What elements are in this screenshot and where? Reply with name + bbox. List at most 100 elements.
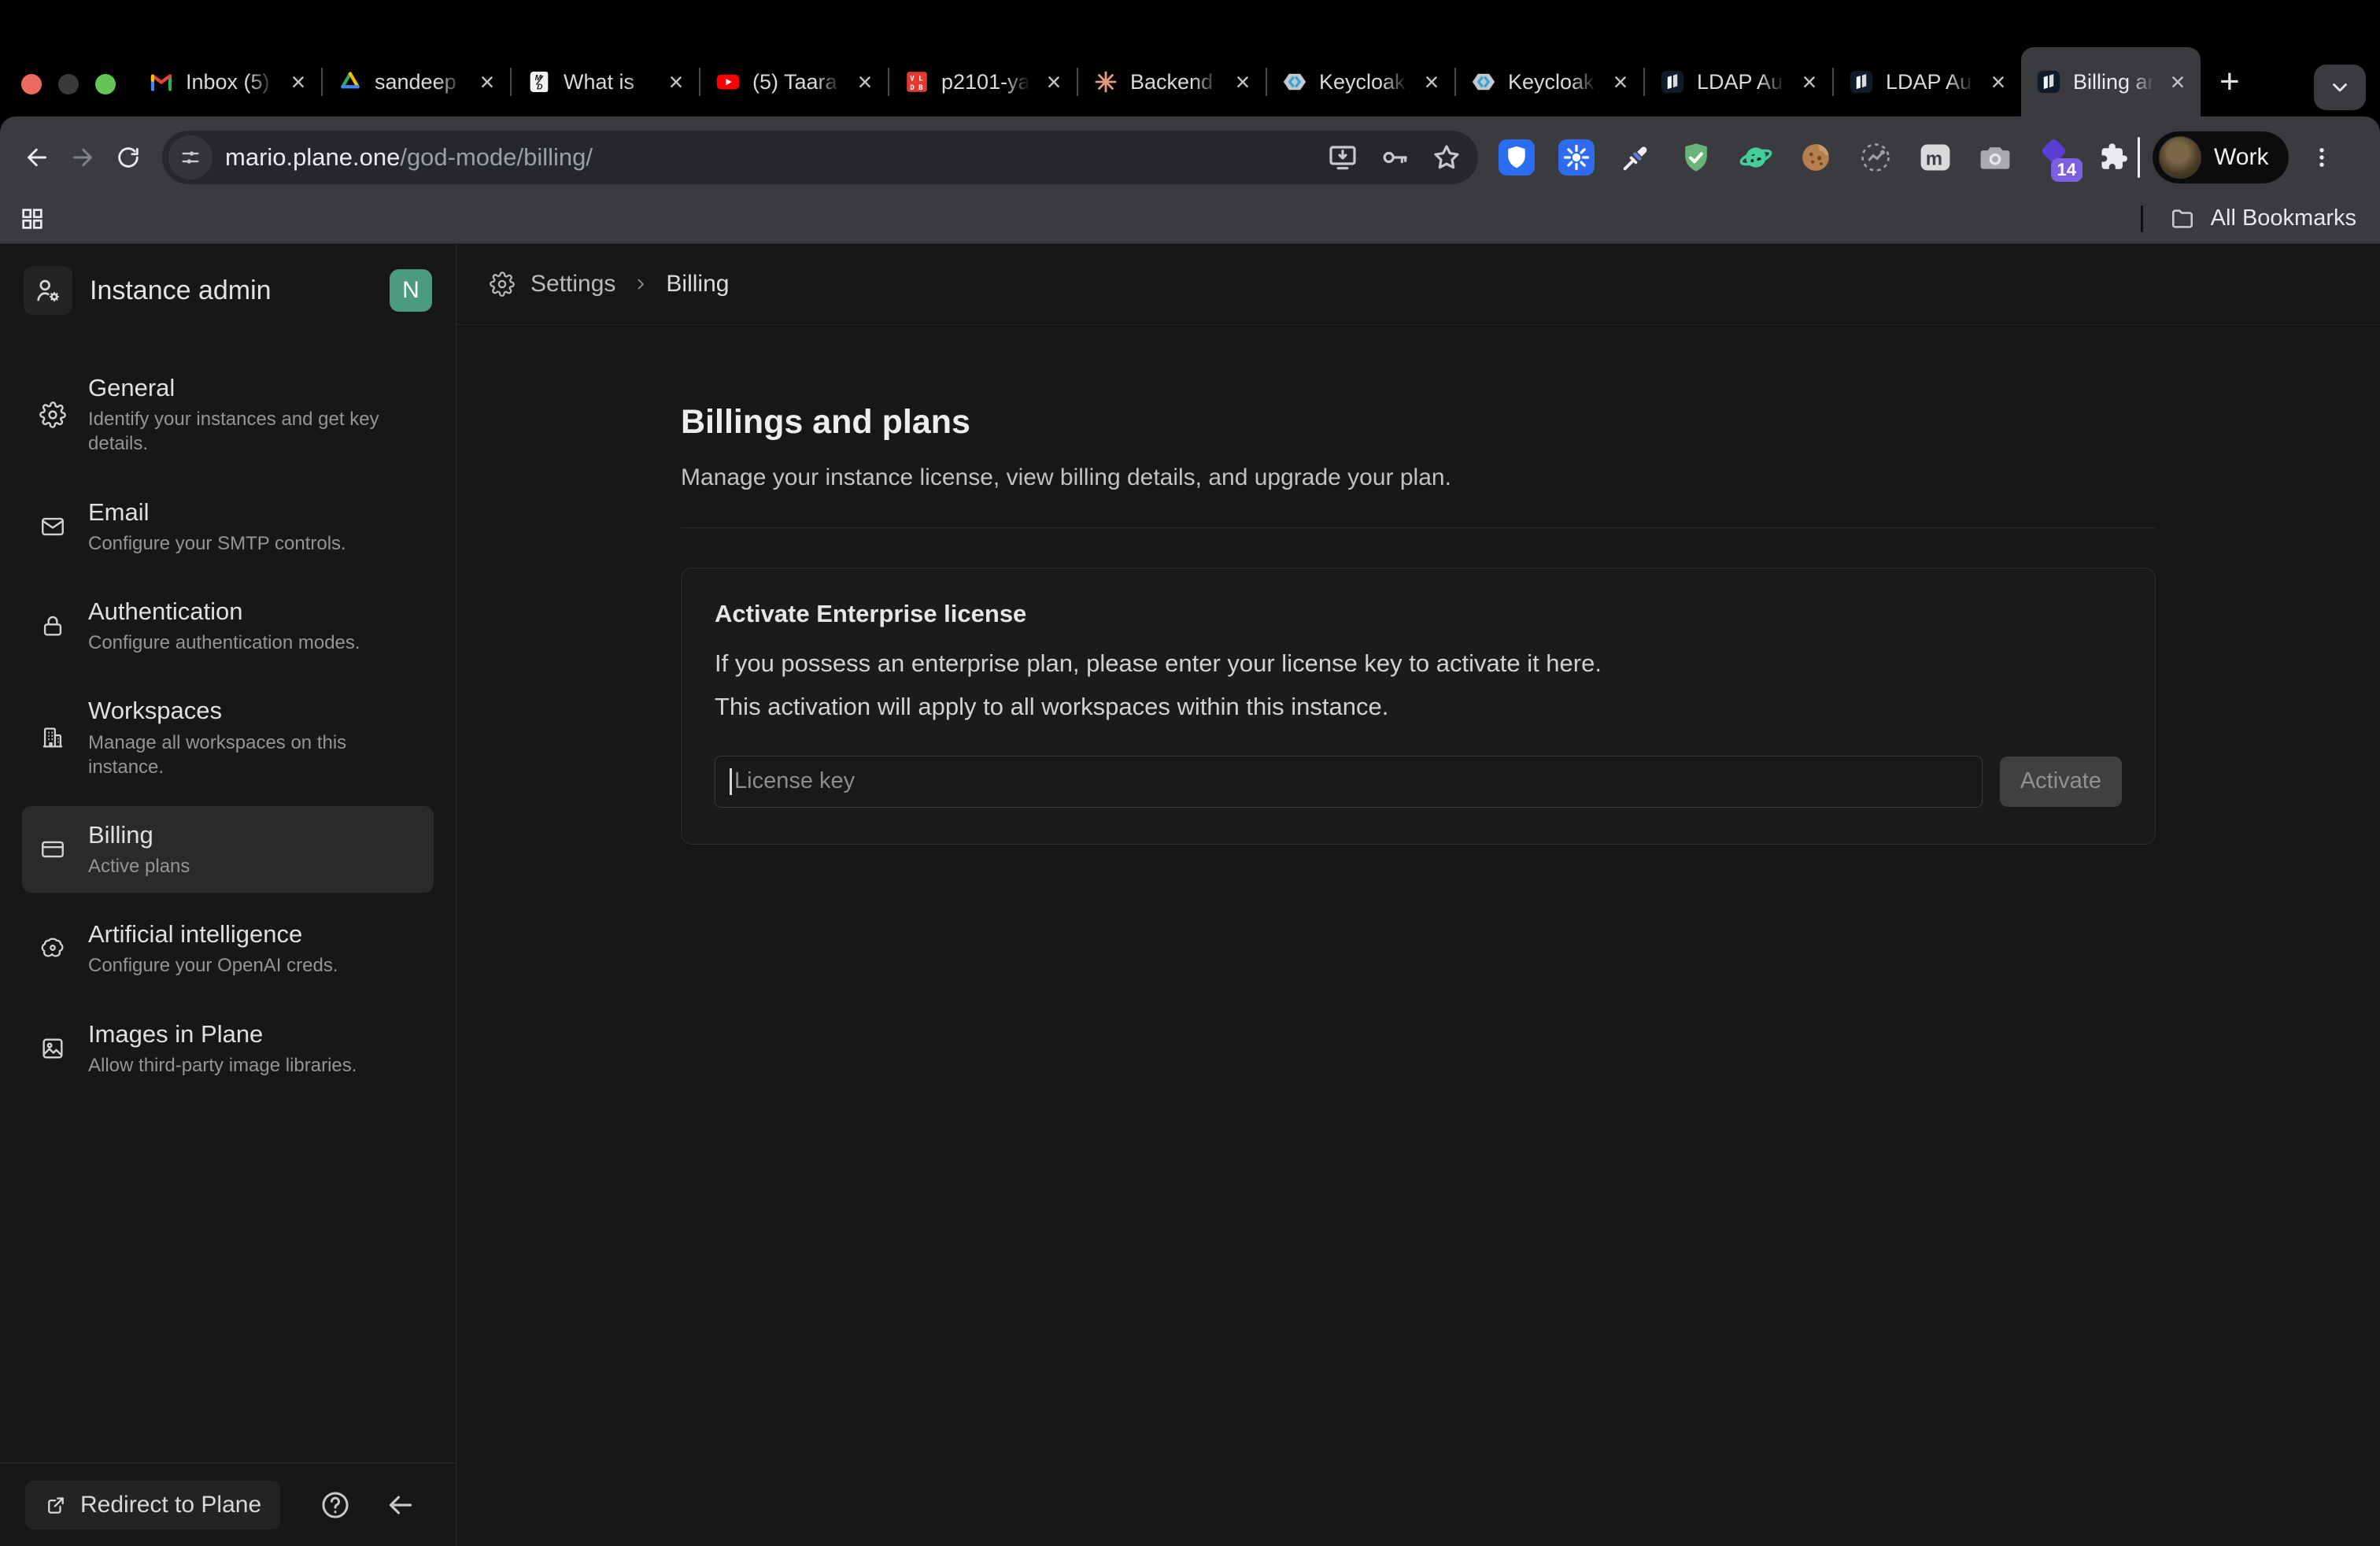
- activate-button[interactable]: Activate: [2000, 756, 2122, 807]
- sidebar-item-email[interactable]: Email Configure your SMTP controls.: [22, 483, 434, 570]
- browser-tab[interactable]: V LD B p2101-ya ×: [889, 47, 1077, 117]
- toolbar-separator: [2138, 137, 2140, 178]
- sun-burst-extension-icon[interactable]: [1558, 139, 1595, 176]
- tab-close-icon[interactable]: ×: [285, 68, 312, 95]
- eyedropper-extension-icon[interactable]: [1618, 139, 1654, 176]
- minimize-window-button[interactable]: [58, 74, 79, 94]
- admin-sidebar: Instance admin N General Identify your i…: [0, 244, 456, 1546]
- browser-tab[interactable]: LDAP Au ×: [1645, 47, 1832, 117]
- sidebar-header: Instance admin N: [0, 244, 456, 337]
- forward-button[interactable]: [60, 135, 105, 180]
- sidebar-title: Instance admin: [90, 276, 372, 306]
- sidebar-item-texts: Images in Plane Allow third-party image …: [88, 1019, 357, 1078]
- cookie-extension-icon[interactable]: [1798, 139, 1834, 176]
- license-input-row: Activate: [715, 756, 2122, 808]
- license-key-input[interactable]: [715, 756, 1983, 808]
- bookmark-star-icon[interactable]: [1431, 142, 1462, 173]
- redirect-to-plane-button[interactable]: Redirect to Plane: [25, 1481, 280, 1529]
- close-window-button[interactable]: [21, 74, 42, 94]
- tab-title: LDAP Au: [1886, 70, 1979, 94]
- sidebar-item-texts: General Identify your instances and get …: [88, 373, 416, 457]
- fullscreen-window-button[interactable]: [95, 74, 116, 94]
- tab-close-icon[interactable]: ×: [1229, 68, 1256, 95]
- tab-title: LDAP Au: [1697, 70, 1790, 94]
- sidebar-item-workspaces[interactable]: Workspaces Manage all workspaces on this…: [22, 682, 434, 793]
- user-avatar-badge[interactable]: N: [390, 269, 432, 312]
- camera-extension-icon[interactable]: [1977, 139, 2013, 176]
- tab-title: (5) Taara: [752, 70, 845, 94]
- graph-extension-icon[interactable]: [1857, 139, 1894, 176]
- m-logo-extension-icon[interactable]: m: [1917, 139, 1953, 176]
- puzzle-extension-icon[interactable]: [2097, 139, 2133, 176]
- drive-favicon: [337, 68, 364, 95]
- svg-text:m: m: [1926, 148, 1942, 169]
- sidebar-footer: Redirect to Plane: [0, 1463, 456, 1546]
- sidebar-item-authentication[interactable]: Authentication Configure authentication …: [22, 583, 434, 669]
- image-icon: [39, 1035, 66, 1062]
- sidebar-item-description: Configure your SMTP controls.: [88, 531, 346, 556]
- tab-close-icon[interactable]: ×: [474, 68, 501, 95]
- address-bar[interactable]: mario.plane.one/god-mode/billing/: [162, 131, 1478, 184]
- sidebar-item-artificial-intelligence[interactable]: Artificial intelligence Configure your O…: [22, 905, 434, 992]
- sidebar-item-label: Images in Plane: [88, 1019, 357, 1049]
- browser-tab[interactable]: Keycloak ×: [1456, 47, 1643, 117]
- help-button[interactable]: [319, 1489, 352, 1522]
- new-tab-button[interactable]: +: [2212, 47, 2248, 117]
- sidebar-item-images-in-plane[interactable]: Images in Plane Allow third-party image …: [22, 1005, 434, 1092]
- back-button[interactable]: [14, 135, 60, 180]
- keycloak-favicon: [1470, 68, 1497, 95]
- settings-gear-icon: [490, 272, 515, 297]
- bookmarks-bar: All Bookmarks: [0, 198, 2380, 244]
- apps-grid-button[interactable]: [19, 205, 46, 232]
- browser-tab[interactable]: sandeep ×: [323, 47, 510, 117]
- site-info-button[interactable]: [168, 135, 213, 179]
- tab-title: Keycloak: [1319, 70, 1412, 94]
- breadcrumb-settings[interactable]: Settings: [530, 271, 615, 298]
- browser-tab[interactable]: LDAP Au ×: [1834, 47, 2021, 117]
- install-app-icon[interactable]: [1327, 142, 1358, 173]
- sidebar-item-billing[interactable]: Billing Active plans: [22, 806, 434, 893]
- tab-list: Inbox (5) × sandeep ×MD What is × (5) Ta…: [134, 0, 2248, 117]
- gmail-favicon: [148, 68, 175, 95]
- tab-close-icon[interactable]: ×: [2164, 68, 2191, 95]
- browser-toolbar: mario.plane.one/god-mode/billing/ m 14 Wo…: [0, 117, 2380, 198]
- browser-menu-button[interactable]: [2306, 139, 2338, 176]
- tab-close-icon[interactable]: ×: [1418, 68, 1445, 95]
- profile-button[interactable]: Work: [2153, 131, 2289, 183]
- tab-search-button[interactable]: [2314, 65, 2366, 110]
- tab-close-icon[interactable]: ×: [852, 68, 878, 95]
- collapse-sidebar-button[interactable]: [385, 1489, 416, 1521]
- browser-tab[interactable]: Inbox (5) ×: [134, 47, 321, 117]
- kebab-menu-icon: [2308, 144, 2335, 171]
- url-path: /god-mode/billing/: [400, 143, 593, 171]
- tab-close-icon[interactable]: ×: [1607, 68, 1634, 95]
- sidebar-item-description: Allow third-party image libraries.: [88, 1053, 357, 1078]
- all-bookmarks-button[interactable]: All Bookmarks: [2141, 205, 2356, 232]
- tab-close-icon[interactable]: ×: [1985, 68, 2012, 95]
- bookmarks-separator: [2141, 205, 2143, 232]
- saturn-extension-icon[interactable]: [1738, 139, 1774, 176]
- forward-icon: [68, 143, 97, 172]
- active-tab[interactable]: Billing an ×: [2021, 47, 2201, 117]
- adguard-extension-icon[interactable]: [1678, 139, 1714, 176]
- tab-close-icon[interactable]: ×: [663, 68, 689, 95]
- bitwarden-extension-icon[interactable]: [1499, 139, 1535, 176]
- extension-icons: m 14: [1499, 139, 2133, 176]
- tab-close-icon[interactable]: ×: [1796, 68, 1823, 95]
- card-description-line2: This activation will apply to all worksp…: [715, 692, 2122, 721]
- folder-icon: [2170, 206, 2195, 231]
- sidebar-item-texts: Email Configure your SMTP controls.: [88, 497, 346, 556]
- plane-favicon: [2035, 68, 2062, 95]
- tab-close-icon[interactable]: ×: [1040, 68, 1067, 95]
- sidebar-item-label: Billing: [88, 820, 190, 849]
- browser-tab[interactable]: Backend ×: [1078, 47, 1266, 117]
- password-key-icon[interactable]: [1379, 142, 1410, 173]
- purple-diamond-extension-icon[interactable]: 14: [2037, 139, 2073, 176]
- reload-button[interactable]: [105, 135, 151, 180]
- url-text: mario.plane.one/god-mode/billing/: [225, 143, 1327, 172]
- browser-tab[interactable]: (5) Taara ×: [700, 47, 888, 117]
- browser-tab[interactable]: Keycloak ×: [1267, 47, 1454, 117]
- activate-license-card: Activate Enterprise license If you posse…: [681, 568, 2156, 845]
- browser-tab[interactable]: MD What is ×: [512, 47, 699, 117]
- sidebar-item-general[interactable]: General Identify your instances and get …: [22, 359, 434, 471]
